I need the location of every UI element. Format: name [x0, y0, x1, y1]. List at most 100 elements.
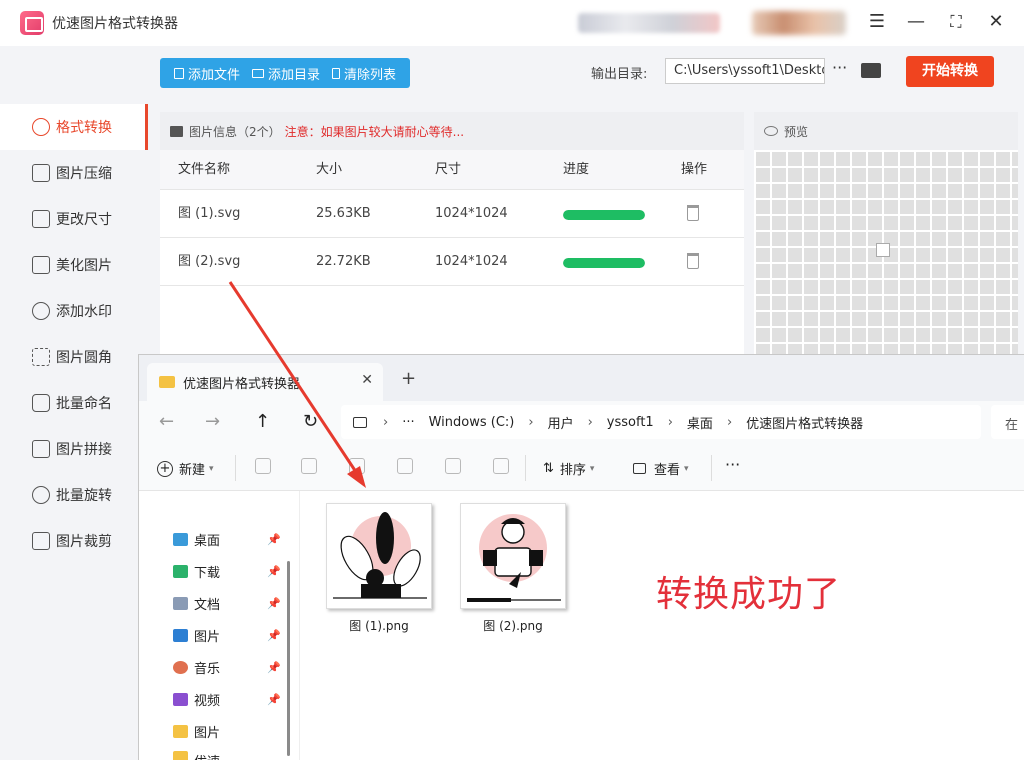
sort-button[interactable]: ⇅ 排序 ▾ — [543, 459, 594, 478]
output-dir-label: 输出目录: — [591, 67, 648, 82]
menu-icon[interactable]: ☰ — [864, 10, 890, 34]
delete-icon[interactable] — [687, 253, 699, 269]
file-icon — [174, 67, 184, 79]
clear-list-button[interactable]: 清除列表 — [332, 64, 396, 83]
sidebar-item-crop[interactable]: 图片裁剪 — [0, 518, 148, 564]
title-bar: 优速图片格式转换器 ☰ — ⛶ ✕ — [0, 0, 1024, 46]
nav-item-label: 音乐 — [194, 661, 221, 677]
nav-item-folder[interactable]: 优速 — [173, 751, 220, 760]
view-icon — [633, 463, 646, 474]
breadcrumb-overflow[interactable]: ··· — [402, 415, 414, 430]
file-thumbnail[interactable] — [460, 503, 566, 609]
file-dims-cell: 1024*1024 — [435, 254, 508, 269]
nav-item-folder[interactable]: 图片 — [173, 721, 220, 741]
open-folder-icon[interactable] — [861, 63, 881, 78]
sidebar-item-rounded[interactable]: 图片圆角 — [0, 334, 148, 380]
watermark-icon — [32, 302, 50, 320]
column-header: 进度 — [563, 162, 590, 177]
breadcrumb-item[interactable]: 桌面 — [687, 413, 713, 432]
explorer-tab[interactable]: 优速图片格式转换器 ✕ — [147, 363, 383, 401]
table-info-bar: 图片信息（2个） 注意：如果图片较大请耐心等待... — [160, 112, 744, 150]
add-file-button[interactable]: 添加文件 — [174, 64, 240, 83]
table-row[interactable]: 图 (1).svg 25.63KB 1024*1024 — [160, 190, 744, 238]
chevron-down-icon: ▾ — [209, 463, 214, 474]
table-row[interactable]: 图 (2).svg 22.72KB 1024*1024 — [160, 238, 744, 286]
explorer-tab-bar: 优速图片格式转换器 ✕ + — [139, 355, 1024, 401]
minimize-icon[interactable]: — — [903, 10, 929, 34]
breadcrumb-chevron-icon: › — [528, 414, 534, 430]
new-button[interactable]: + 新建 ▾ — [157, 459, 214, 478]
breadcrumb-item[interactable]: 用户 — [548, 413, 574, 432]
nav-item-pictures[interactable]: 图片 — [173, 625, 220, 645]
view-button[interactable]: 查看 ▾ — [633, 459, 689, 478]
tab-close-icon[interactable]: ✕ — [361, 372, 373, 388]
nav-item-videos[interactable]: 视频 — [173, 689, 220, 709]
music-icon — [173, 660, 188, 674]
nav-item-downloads[interactable]: 下载 — [173, 561, 220, 581]
up-arrow-icon[interactable]: ↑ — [255, 411, 270, 432]
blurred-user-avatar[interactable] — [752, 11, 846, 35]
rounded-corner-icon — [32, 348, 50, 366]
sidebar-item-resize[interactable]: 更改尺寸 — [0, 196, 148, 242]
file-dims-cell: 1024*1024 — [435, 206, 508, 221]
back-arrow-icon[interactable]: ← — [159, 411, 174, 432]
add-folder-button[interactable]: 添加目录 — [252, 64, 320, 83]
nav-scrollbar[interactable] — [287, 561, 290, 756]
pin-icon[interactable]: 📌 — [267, 661, 281, 674]
progress-bar — [563, 210, 645, 220]
file-explorer-window: 优速图片格式转换器 ✕ + ← → ↑ ↻ › ··· Windows (C:)… — [138, 354, 1024, 760]
paste-icon[interactable] — [349, 458, 365, 474]
file-name-label[interactable]: 图 (1).png — [319, 617, 439, 634]
swap-icon — [32, 118, 50, 136]
file-thumbnail[interactable] — [326, 503, 432, 609]
copy-icon[interactable] — [301, 458, 317, 474]
delete-icon[interactable] — [687, 205, 699, 221]
share-icon[interactable] — [445, 458, 461, 474]
maximize-icon[interactable]: ⛶ — [943, 10, 969, 34]
sidebar: 格式转换 图片压缩 更改尺寸 美化图片 添加水印 图片圆角 批量命名 图片拼接 … — [0, 46, 148, 760]
pin-icon[interactable]: 📌 — [267, 565, 281, 578]
cut-icon[interactable] — [255, 458, 271, 474]
close-icon[interactable]: ✕ — [983, 10, 1009, 34]
start-convert-button[interactable]: 开始转换 — [906, 56, 994, 87]
nav-item-label: 文档 — [194, 597, 221, 613]
warning-text: 注意：如果图片较大请耐心等待... — [284, 124, 465, 139]
sidebar-item-watermark[interactable]: 添加水印 — [0, 288, 148, 334]
divider — [235, 455, 236, 481]
file-name-cell: 图 (1).svg — [178, 206, 241, 221]
forward-arrow-icon[interactable]: → — [205, 411, 220, 432]
nav-item-documents[interactable]: 文档 — [173, 593, 220, 613]
breadcrumb-item[interactable]: yssoft1 — [607, 415, 654, 430]
nav-item-label: 桌面 — [194, 533, 221, 549]
address-bar[interactable]: › ··· Windows (C:) › 用户 › yssoft1 › 桌面 ›… — [341, 405, 981, 439]
refresh-icon[interactable]: ↻ — [303, 411, 318, 432]
progress-fill — [563, 210, 645, 220]
sidebar-item-beautify[interactable]: 美化图片 — [0, 242, 148, 288]
sidebar-item-stitch[interactable]: 图片拼接 — [0, 426, 148, 472]
nav-item-music[interactable]: 音乐 — [173, 657, 220, 677]
output-dir-field[interactable]: C:\Users\yssoft1\Desktop — [665, 58, 825, 84]
file-name-label[interactable]: 图 (2).png — [453, 617, 573, 634]
pin-icon[interactable]: 📌 — [267, 629, 281, 642]
delete-icon[interactable] — [493, 458, 509, 474]
search-input[interactable]: 在 — [991, 405, 1024, 439]
preview-canvas — [754, 150, 1018, 362]
breadcrumb-item[interactable]: Windows (C:) — [429, 415, 515, 430]
rename-icon[interactable] — [397, 458, 413, 474]
browse-more-button[interactable]: ··· — [832, 58, 847, 77]
nav-item-desktop[interactable]: 桌面 — [173, 529, 220, 549]
new-tab-icon[interactable]: + — [401, 368, 416, 389]
computer-icon — [353, 416, 367, 428]
pin-icon[interactable]: 📌 — [267, 533, 281, 546]
sidebar-item-rename[interactable]: 批量命名 — [0, 380, 148, 426]
sidebar-item-compress[interactable]: 图片压缩 — [0, 150, 148, 196]
sidebar-item-rotate[interactable]: 批量旋转 — [0, 472, 148, 518]
breadcrumb-item[interactable]: 优速图片格式转换器 — [746, 413, 863, 432]
more-options-button[interactable]: ··· — [725, 455, 740, 474]
pin-icon[interactable]: 📌 — [267, 693, 281, 706]
pin-icon[interactable]: 📌 — [267, 597, 281, 610]
resize-icon — [32, 210, 50, 228]
sidebar-item-label: 图片压缩 — [56, 166, 112, 182]
sidebar-item-label: 美化图片 — [56, 258, 112, 274]
sidebar-item-format-convert[interactable]: 格式转换 — [0, 104, 148, 150]
